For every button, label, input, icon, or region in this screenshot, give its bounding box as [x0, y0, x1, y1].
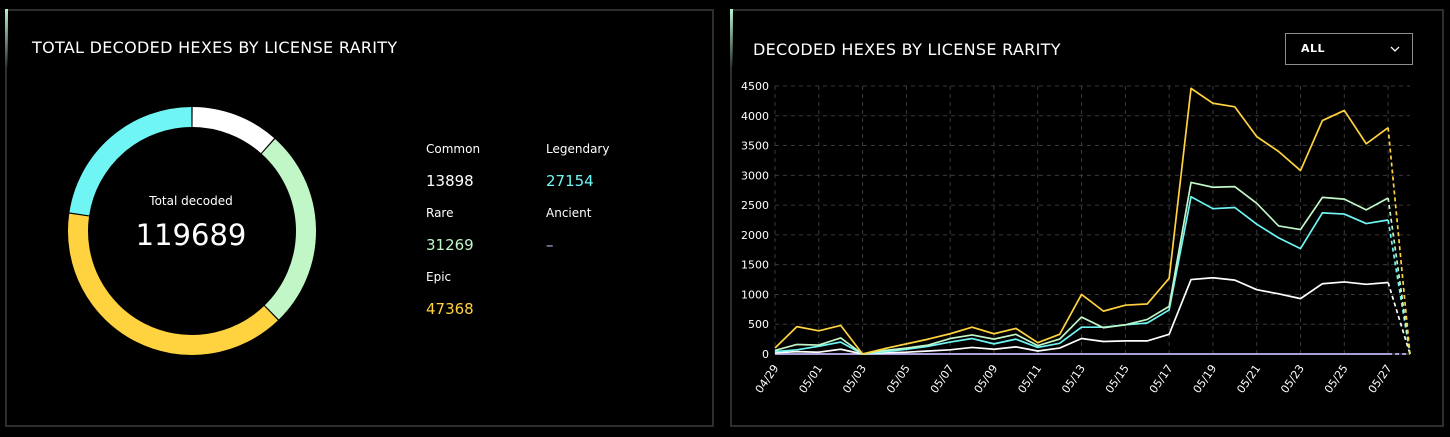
- y-tick-label: 1000: [741, 288, 769, 301]
- x-tick-label: 05/07: [928, 362, 957, 395]
- y-tick-label: 0: [762, 348, 769, 361]
- x-tick-label: 05/27: [1366, 362, 1395, 395]
- y-tick-label: 4000: [741, 110, 769, 123]
- y-tick-label: 2000: [741, 229, 769, 242]
- y-tick-label: 2500: [741, 199, 769, 212]
- x-tick-label: 05/13: [1059, 362, 1088, 395]
- x-tick-label: 05/03: [840, 362, 869, 395]
- series-line: [774, 195, 1389, 355]
- x-tick-label: 05/21: [1234, 362, 1263, 395]
- x-tick-label: 05/15: [1103, 362, 1132, 395]
- x-tick-label: 04/29: [753, 362, 782, 395]
- x-tick-label: 05/11: [1015, 362, 1044, 395]
- x-tick-label: 05/19: [1191, 362, 1220, 395]
- rarity-line-chart: 0 500 1000 1500 2000 2500 3000 3500 4000 4500 04/2…: [741, 80, 1411, 396]
- y-tick-label: 1500: [741, 259, 769, 272]
- x-tick-label: 05/09: [972, 362, 1001, 395]
- x-tick-label: 05/23: [1278, 362, 1307, 395]
- x-tick-label: 05/05: [884, 362, 913, 395]
- y-tick-label: 3000: [741, 169, 769, 182]
- y-tick-label: 3500: [741, 140, 769, 153]
- series-forecast-segment: [1387, 197, 1411, 355]
- x-tick-label: 05/25: [1322, 362, 1351, 395]
- x-tick-label: 05/01: [796, 362, 825, 395]
- y-tick-label: 500: [748, 318, 769, 331]
- y-tick-label: 4500: [741, 80, 769, 93]
- x-tick-label: 05/17: [1147, 362, 1176, 395]
